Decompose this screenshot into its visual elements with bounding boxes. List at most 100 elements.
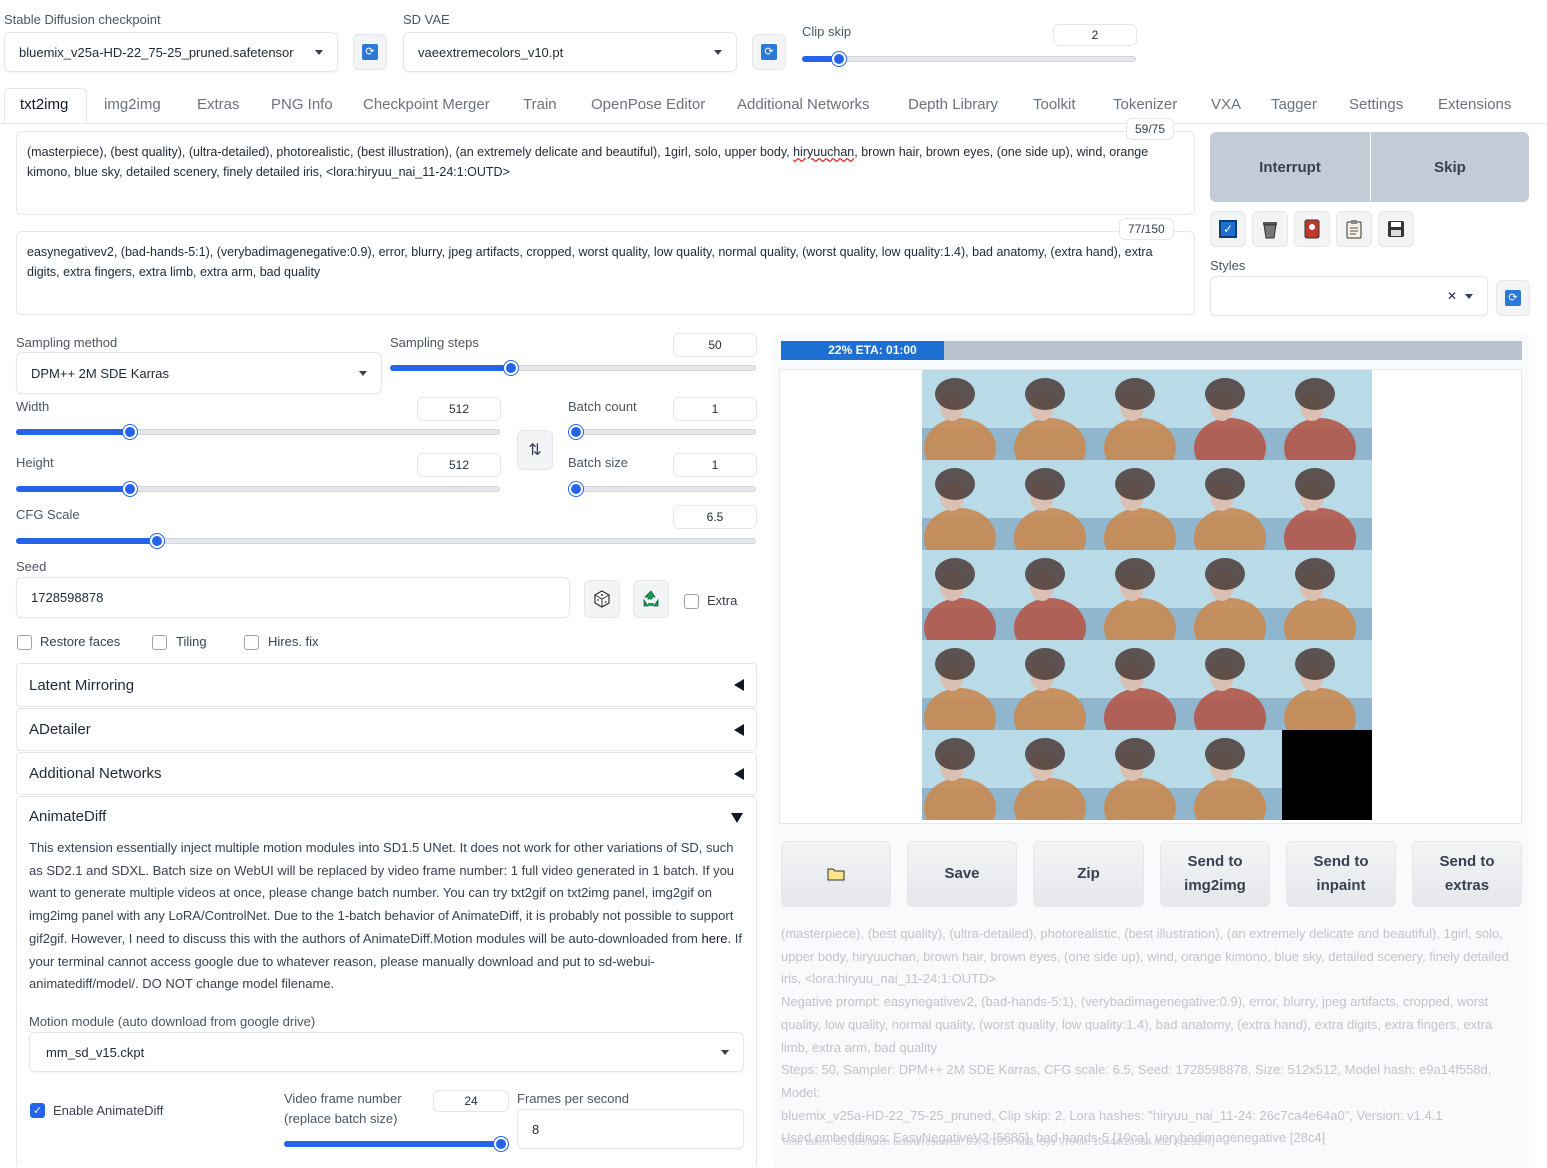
preview-frame[interactable] xyxy=(1102,730,1192,838)
preview-frame[interactable] xyxy=(1012,640,1102,748)
accordion-additional-networks[interactable]: Additional Networks xyxy=(16,752,757,795)
tab-img2img[interactable]: img2img xyxy=(104,96,161,113)
preview-frame[interactable] xyxy=(1192,370,1282,478)
preview-frame[interactable] xyxy=(1282,460,1372,568)
swap-dimensions-button[interactable]: ⇅ xyxy=(517,430,553,470)
interrupt-button[interactable]: Interrupt xyxy=(1210,132,1370,202)
zip-button[interactable]: Zip xyxy=(1033,841,1144,907)
refresh-checkpoint-button[interactable]: ⟳ xyxy=(353,34,387,70)
preview-frame[interactable] xyxy=(1282,550,1372,658)
preview-frame[interactable] xyxy=(922,460,1012,568)
tab-extensions[interactable]: Extensions xyxy=(1438,96,1511,113)
hires-fix-checkbox[interactable] xyxy=(244,635,259,650)
preview-frame[interactable] xyxy=(922,640,1012,748)
batch-size-slider[interactable] xyxy=(569,481,756,497)
send-to-inpaint-button[interactable]: Send to inpaint xyxy=(1286,841,1396,907)
send-to-img2img-button[interactable]: Send to img2img xyxy=(1160,841,1270,907)
video-frame-input[interactable]: 24 xyxy=(433,1090,509,1112)
restore-faces-checkbox[interactable] xyxy=(17,635,32,650)
accordion-latent-mirroring[interactable]: Latent Mirroring xyxy=(16,663,757,707)
preview-frame[interactable] xyxy=(922,550,1012,658)
skip-button[interactable]: Skip xyxy=(1371,132,1529,202)
refresh-styles-button[interactable]: ⟳ xyxy=(1496,280,1530,316)
tab-settings[interactable]: Settings xyxy=(1349,96,1403,113)
expand-triangle-icon[interactable] xyxy=(731,813,743,823)
save-button[interactable]: Save xyxy=(907,841,1017,907)
video-frame-slider[interactable] xyxy=(284,1136,508,1152)
preview-frame[interactable] xyxy=(922,730,1012,838)
preview-frame[interactable] xyxy=(922,370,1012,478)
open-folder-button[interactable] xyxy=(781,841,891,907)
clipboard-button[interactable] xyxy=(1336,211,1372,247)
sampling-method-dropdown[interactable]: DPM++ 2M SDE Karras xyxy=(16,352,382,394)
refresh-vae-button[interactable]: ⟳ xyxy=(752,34,786,70)
animatediff-title[interactable]: AnimateDiff xyxy=(29,808,106,825)
height-input[interactable]: 512 xyxy=(417,453,501,477)
preview-frame[interactable] xyxy=(1102,550,1192,658)
preview-frame[interactable] xyxy=(1012,550,1102,658)
tab-tokenizer[interactable]: Tokenizer xyxy=(1113,96,1177,113)
preview-frame[interactable] xyxy=(1282,730,1372,820)
negative-prompt-textarea[interactable]: easynegativev2, (bad-hands-5:1), (veryba… xyxy=(16,231,1195,315)
preview-frame[interactable] xyxy=(1192,640,1282,748)
preview-frame[interactable] xyxy=(1012,460,1102,568)
preview-frame[interactable] xyxy=(1192,550,1282,658)
tab-checkpoint-merger[interactable]: Checkpoint Merger xyxy=(363,96,490,113)
recycle-icon xyxy=(643,590,659,607)
preview-frame[interactable] xyxy=(1102,460,1192,568)
checkpoint-dropdown[interactable]: bluemix_v25a-HD-22_75-25_pruned.safetens… xyxy=(4,32,338,72)
preview-frame[interactable] xyxy=(1102,370,1192,478)
red-card-button[interactable] xyxy=(1294,211,1330,247)
preview-frame[interactable] xyxy=(1192,460,1282,568)
vae-dropdown[interactable]: vaeextremecolors_v10.pt xyxy=(403,32,737,72)
motion-module-dropdown[interactable]: mm_sd_v15.ckpt xyxy=(29,1032,744,1072)
preview-frame[interactable] xyxy=(1102,640,1192,748)
tab-toolkit[interactable]: Toolkit xyxy=(1033,96,1076,113)
tab-txt2img[interactable]: txt2img xyxy=(20,96,68,113)
preview-frame[interactable] xyxy=(1012,730,1102,838)
tab-tagger[interactable]: Tagger xyxy=(1271,96,1317,113)
preview-image-grid[interactable] xyxy=(922,370,1373,838)
download-link[interactable]: here xyxy=(702,931,728,946)
tab-depth-library[interactable]: Depth Library xyxy=(908,96,998,113)
accordion-adetailer[interactable]: ADetailer xyxy=(16,708,757,751)
tab-train[interactable]: Train xyxy=(523,96,557,113)
chevron-down-icon xyxy=(1465,293,1473,299)
save-style-button[interactable] xyxy=(1378,211,1414,247)
chevron-down-icon xyxy=(359,370,367,376)
height-slider[interactable] xyxy=(16,481,500,497)
preview-frame[interactable] xyxy=(1282,370,1372,478)
checkbox-icon-button[interactable]: ✓ xyxy=(1210,211,1246,247)
tab-extras[interactable]: Extras xyxy=(197,96,240,113)
extra-seed-checkbox[interactable] xyxy=(684,594,699,609)
tab-additional-networks[interactable]: Additional Networks xyxy=(737,96,870,113)
batch-count-input[interactable]: 1 xyxy=(673,397,757,421)
width-input[interactable]: 512 xyxy=(417,397,501,421)
preview-frame[interactable] xyxy=(1192,730,1282,838)
fps-input[interactable]: 8 xyxy=(517,1109,744,1149)
enable-animatediff-checkbox[interactable]: ✓ xyxy=(30,1103,45,1118)
tab-vxa[interactable]: VXA xyxy=(1211,96,1241,113)
clip-skip-slider[interactable] xyxy=(802,51,1136,67)
styles-dropdown[interactable]: ✕ xyxy=(1210,276,1488,316)
tab-png-info[interactable]: PNG Info xyxy=(271,96,333,113)
cfg-scale-slider[interactable] xyxy=(16,533,756,549)
preview-frame[interactable] xyxy=(1012,370,1102,478)
cfg-scale-input[interactable]: 6.5 xyxy=(673,505,757,529)
tab-openpose-editor[interactable]: OpenPose Editor xyxy=(591,96,705,113)
clip-skip-input[interactable]: 2 xyxy=(1053,24,1137,46)
batch-size-input[interactable]: 1 xyxy=(673,453,757,477)
reuse-seed-button[interactable] xyxy=(633,580,669,618)
seed-input[interactable]: 1728598878 xyxy=(16,577,570,618)
sampling-steps-input[interactable]: 50 xyxy=(673,333,757,357)
clear-icon[interactable]: ✕ xyxy=(1447,289,1457,303)
width-slider[interactable] xyxy=(16,424,500,440)
random-seed-button[interactable] xyxy=(584,580,620,618)
trash-button[interactable] xyxy=(1252,211,1288,247)
prompt-textarea[interactable]: (masterpiece), (best quality), (ultra-de… xyxy=(16,131,1195,215)
send-to-extras-button[interactable]: Send to extras xyxy=(1412,841,1522,907)
sampling-steps-slider[interactable] xyxy=(390,360,756,376)
tiling-checkbox[interactable] xyxy=(152,635,167,650)
batch-count-slider[interactable] xyxy=(569,424,756,440)
preview-frame[interactable] xyxy=(1282,640,1372,748)
